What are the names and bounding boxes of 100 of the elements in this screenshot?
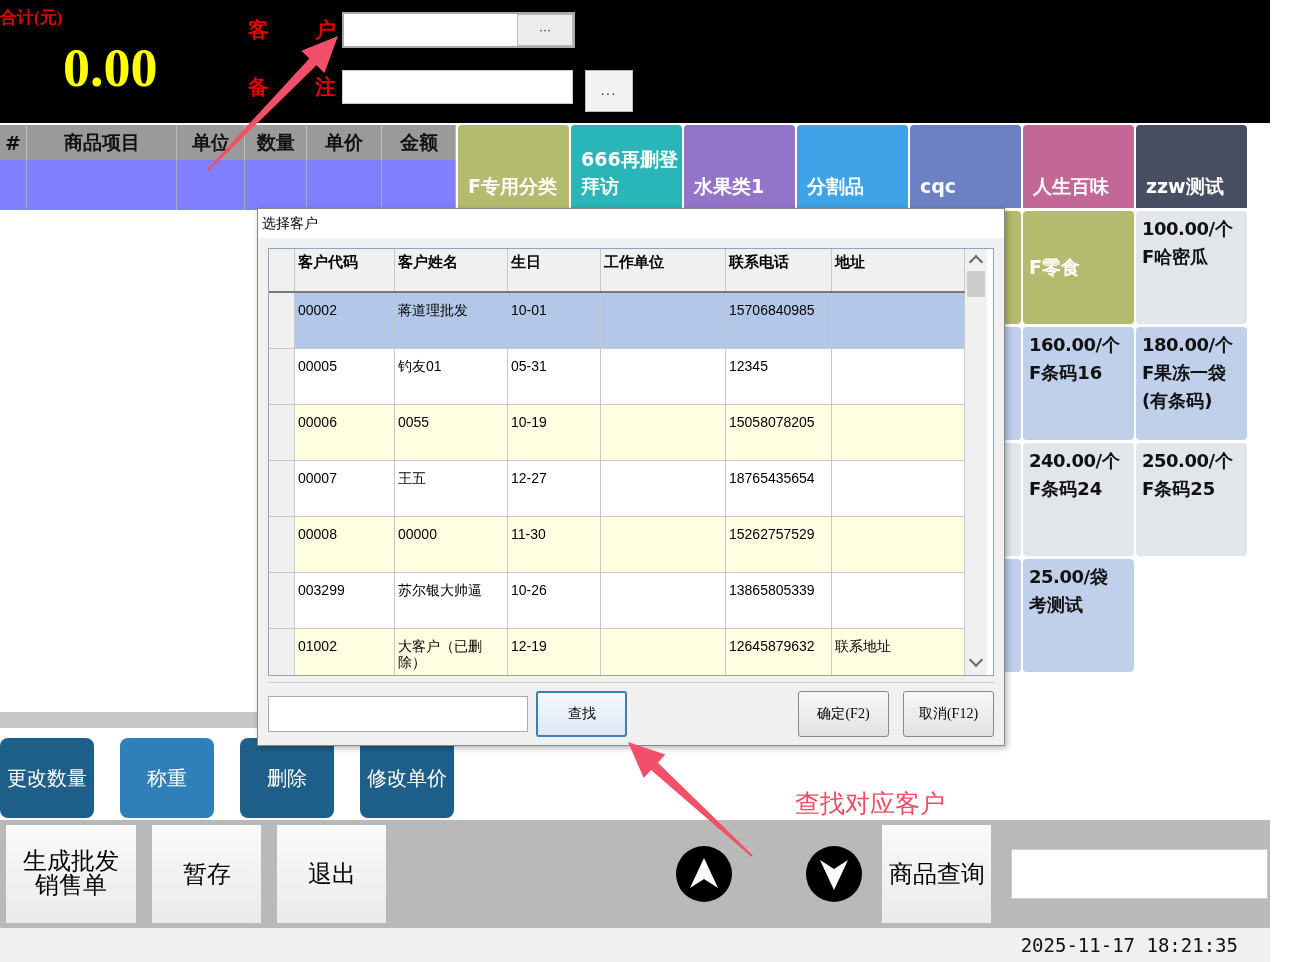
product-price: 180.00/个 (1142, 333, 1234, 357)
category-tile[interactable]: 人生百味 (1023, 125, 1134, 208)
product-name: F条码24 (1029, 477, 1104, 501)
page-up-icon[interactable] (676, 846, 732, 902)
product-tile[interactable]: 250.00/个 F条码25 (1136, 443, 1247, 556)
toolbar-button[interactable]: 退出 (277, 825, 386, 923)
table-row[interactable]: 00002 蒋道理批发 10-01 15706840985 (269, 293, 965, 349)
browse-button[interactable]: ... (585, 70, 633, 112)
page-down-icon[interactable] (806, 846, 862, 902)
confirm-button[interactable]: 确定(F2) (798, 691, 889, 737)
scroll-thumb[interactable] (967, 271, 985, 297)
dialog-title: 选择客户 (258, 209, 1004, 238)
category-tile[interactable]: 水果类1 (684, 125, 795, 208)
table-row[interactable] (0, 160, 456, 210)
table-cell: 12-27 (511, 470, 547, 486)
search-field[interactable] (268, 696, 528, 732)
scrollbar[interactable] (965, 249, 987, 675)
table-cell: 11-30 (511, 526, 546, 542)
product-price: 25.00/袋 (1029, 565, 1109, 589)
table-cell: 10-19 (511, 414, 547, 430)
category-label: F专用分类 (468, 174, 557, 199)
product-price: 100.00/个 (1142, 217, 1234, 241)
table-cell: 钓友01 (398, 358, 442, 374)
category-label: 666再删登 (581, 147, 678, 172)
table-row[interactable]: 003299 苏尔银大帅逼 10-26 13865805339 (269, 573, 965, 629)
product-tile[interactable]: 25.00/袋 考测试 (1023, 559, 1134, 672)
category-label: 人生百味 (1033, 174, 1109, 199)
category-label: zzw测试 (1146, 174, 1224, 199)
product-price: 250.00/个 (1142, 449, 1234, 473)
table-cell: 00006 (298, 414, 337, 430)
table-cell: 18765435654 (729, 470, 815, 486)
table-cell: 15262757529 (729, 526, 815, 542)
category-tile[interactable]: zzw测试 (1136, 125, 1247, 208)
remark-field[interactable] (342, 70, 573, 104)
category-label: F零食 (1029, 254, 1081, 280)
category-label: 分割品 (807, 174, 864, 199)
field-label: 客户 (248, 16, 336, 44)
customer-field[interactable]: ··· (342, 12, 575, 48)
action-button[interactable]: 更改数量 (0, 738, 94, 818)
product-tile[interactable]: 160.00/个 F条码16 (1023, 327, 1134, 440)
browse-button[interactable]: ··· (517, 14, 573, 46)
table-cell: 00005 (298, 358, 337, 374)
total-label: 合计(元) (0, 7, 64, 29)
table-cell: 00008 (298, 526, 337, 542)
column-header: 工作单位 (601, 249, 726, 291)
product-tile[interactable]: 100.00/个 F哈密瓜 (1136, 211, 1247, 324)
table-cell: 苏尔银大帅逼 (398, 582, 482, 598)
table-cell: 12345 (729, 358, 768, 374)
table-cell: 大客户（已删除） (398, 638, 482, 670)
product-tile[interactable]: 240.00/个 F条码24 (1023, 443, 1134, 556)
table-cell: 蒋道理批发 (398, 302, 468, 318)
table-cell: 王五 (398, 470, 426, 486)
action-button[interactable]: 删除 (240, 738, 334, 818)
table-cell: 10-01 (511, 302, 547, 318)
table-cell: 0055 (398, 414, 430, 430)
table-cell: 003299 (298, 582, 345, 598)
table-cell: 12-19 (511, 638, 547, 654)
table-cell: 00007 (298, 470, 337, 486)
table-cell: 05-31 (511, 358, 547, 374)
search-button[interactable]: 查找 (536, 691, 627, 737)
table-cell: 01002 (298, 638, 337, 654)
category-label: 拜访 (581, 174, 620, 199)
product-name: F条码25 (1142, 477, 1217, 501)
search-field[interactable] (1011, 849, 1268, 899)
toolbar-button[interactable]: 暂存 (152, 825, 261, 923)
table-cell: 00000 (398, 526, 437, 542)
table-cell: 15058078205 (729, 414, 815, 430)
table-cell: 10-26 (511, 582, 547, 598)
table-row[interactable]: 01002 大客户（已删除） 12-19 12645879632 联系地址 (269, 629, 965, 675)
product-price: 160.00/个 (1029, 333, 1121, 357)
product-name: F哈密瓜 (1142, 245, 1210, 269)
table-cell: 13865805339 (729, 582, 815, 598)
column-header: 客户代码 (295, 249, 395, 291)
table-row[interactable]: 00008 00000 11-30 15262757529 (269, 517, 965, 573)
column-header: 生日 (508, 249, 601, 291)
field-label: 备注 (248, 73, 336, 101)
category-tile[interactable]: cqc (910, 125, 1021, 208)
table-cell: 联系地址 (835, 638, 891, 654)
action-button[interactable]: 称重 (120, 738, 214, 818)
product-price: 240.00/个 (1029, 449, 1121, 473)
column-header: 客户姓名 (395, 249, 508, 291)
table-row[interactable]: 00007 王五 12-27 18765435654 (269, 461, 965, 517)
date-time: 2025-11-17 18:21:35 (1020, 934, 1238, 956)
table-cell: 12645879632 (729, 638, 815, 654)
product-query-button[interactable]: 商品查询 (882, 825, 991, 923)
cancel-button[interactable]: 取消(F12) (903, 691, 994, 737)
table-row[interactable]: 00006 0055 10-19 15058078205 (269, 405, 965, 461)
table-row[interactable]: 00005 钓友01 05-31 12345 (269, 349, 965, 405)
total-amount: 0.00 (63, 41, 159, 95)
product-name: F条码16 (1029, 361, 1104, 385)
column-header: 联系电话 (726, 249, 832, 291)
product-name: F果冻一袋(有条码) (1142, 361, 1228, 413)
product-name: 考测试 (1029, 593, 1084, 617)
product-tile[interactable]: 180.00/个 F果冻一袋(有条码) (1136, 327, 1247, 440)
table-cell: 15706840985 (729, 302, 815, 318)
toolbar-button[interactable]: 生成批发销售单 (6, 825, 136, 923)
annotation-text: 查找对应客户 (795, 788, 945, 820)
category-label: 水果类1 (694, 174, 765, 199)
category-label: cqc (920, 174, 957, 199)
table-cell: 00002 (298, 302, 337, 318)
